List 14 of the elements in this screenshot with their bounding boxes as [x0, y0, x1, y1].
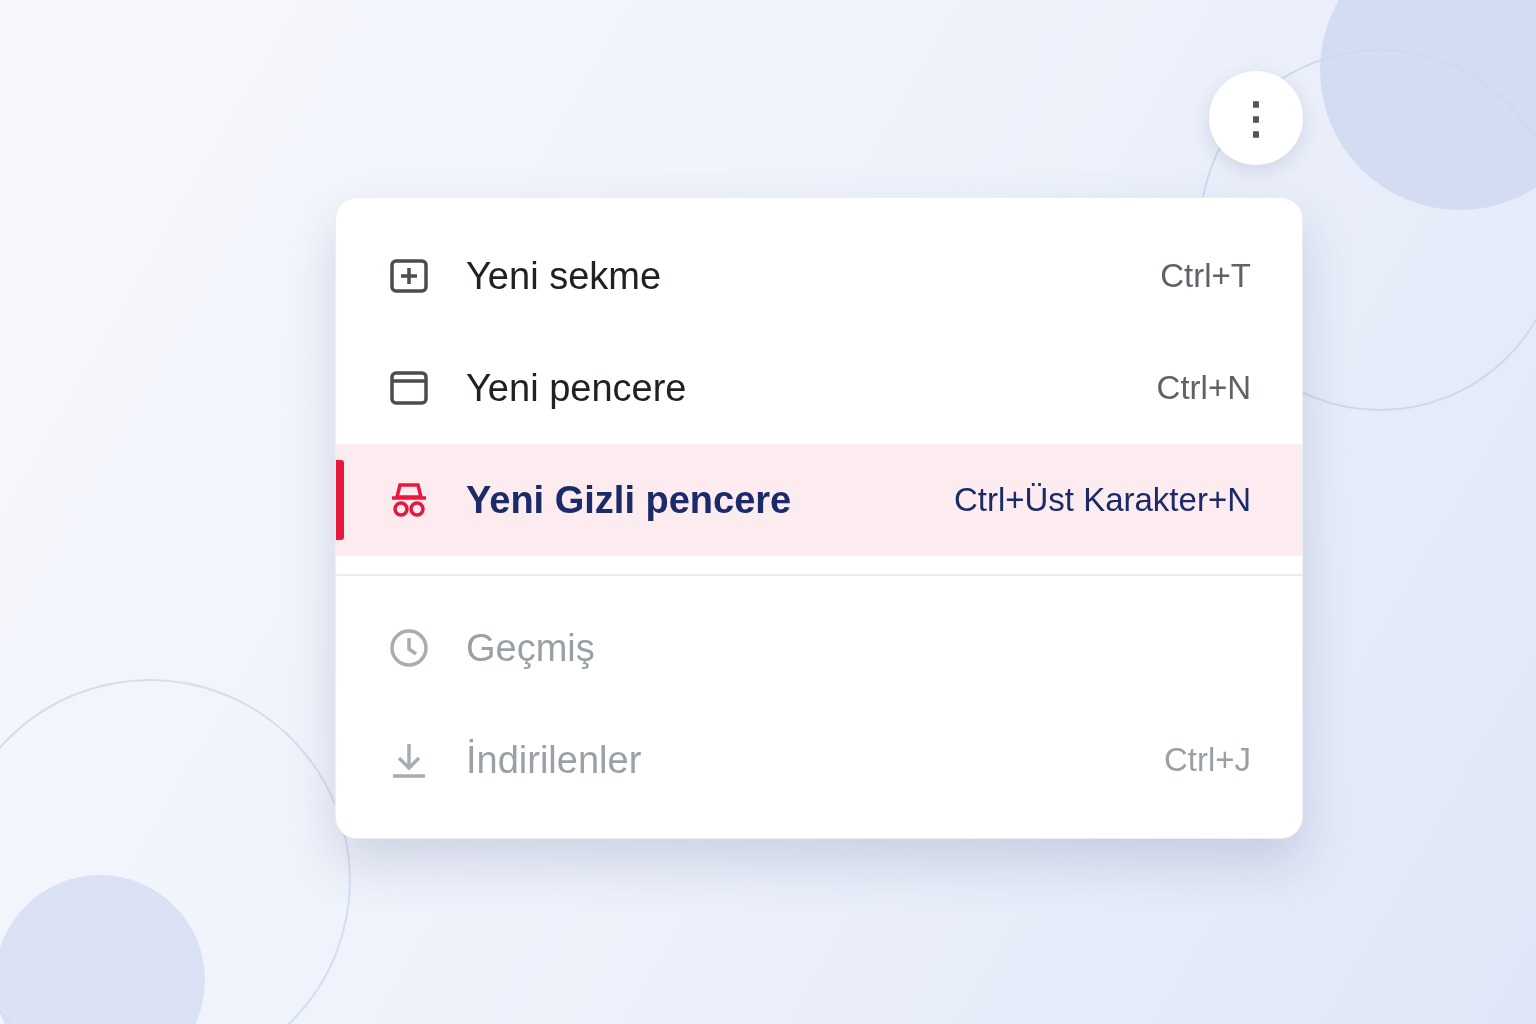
menu-label: İndirilenler — [466, 737, 643, 783]
menu-label: Yeni sekme — [466, 253, 663, 299]
clock-icon — [388, 627, 430, 669]
shortcut-text: Ctrl+N — [1156, 368, 1251, 409]
shortcut-text: Ctrl+T — [1160, 256, 1251, 297]
menu-label: Yeni pencere — [466, 365, 688, 411]
menu-button[interactable]: ⋮ — [1209, 71, 1303, 165]
shortcut-text: Ctrl+J — [1163, 740, 1251, 781]
menu-item[interactable]: Yeni pencere Ctrl+N — [336, 332, 1302, 444]
menu-item[interactable]: Yeni sekme Ctrl+T — [336, 220, 1302, 332]
menu-label: Geçmiş — [466, 625, 596, 671]
menu-label: Yeni Gizli pencere — [466, 477, 793, 523]
shortcut-text: Ctrl+Üst Karakter+N — [953, 480, 1251, 521]
menu-item[interactable]: Yeni Gizli pencere Ctrl+Üst Karakter+N — [336, 444, 1302, 556]
